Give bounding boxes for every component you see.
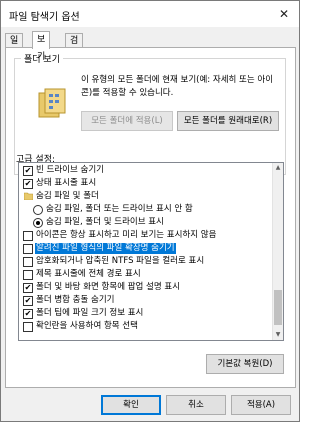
file-explorer-options-dialog: 파일 탐색기 옵션 ✕ 일반 보기 검색 폴더 보기 이 유형의 모든 폴더에 … [0,0,300,422]
title-bar: 파일 탐색기 옵션 ✕ [1,1,299,27]
view-tab-panel: 폴더 보기 이 유형의 모든 폴더에 현재 보기(예: 자세히 또는 아이콘)를… [5,47,296,388]
close-icon[interactable]: ✕ [273,5,295,23]
checkbox[interactable] [23,244,33,254]
advanced-settings-list[interactable]: ✔ 빈 드라이브 숨기기 ✔ 상태 표시줄 표시 숨김 파일 및 폴더 숨김 파… [18,162,284,341]
checkbox[interactable]: ✔ [23,309,33,319]
list-item-label: 알려진 파일 형식의 파일 확장명 숨기기 [35,243,176,254]
checkbox[interactable] [23,270,33,280]
cancel-button[interactable]: 취소 [166,395,226,415]
checkbox[interactable]: ✔ [23,283,33,293]
vertical-scrollbar[interactable]: ▲ ▼ [272,163,283,340]
radio-button[interactable] [33,218,43,228]
list-item-label: 폴더 및 바탕 화면 항목에 팝업 설명 표시 [36,282,181,292]
scroll-up-icon[interactable]: ▲ [273,163,283,173]
scroll-down-icon[interactable]: ▼ [273,330,283,340]
scrollbar-thumb[interactable] [274,290,282,325]
folder-views-icon [38,88,66,118]
list-item-label: 폴더 병합 충돌 숨기기 [36,295,115,305]
list-item-label: 빈 드라이브 숨기기 [36,165,104,175]
checkbox[interactable]: ✔ [23,179,33,189]
window-title: 파일 탐색기 옵션 [9,12,80,23]
checkbox[interactable]: ✔ [23,166,33,176]
reset-folders-button[interactable]: 모든 폴더를 원래대로(R) [177,111,279,131]
checkbox[interactable] [23,322,33,332]
apply-to-folders-button[interactable]: 모든 폴더에 적용(L) [81,111,173,131]
list-item-label: 폴더 팁에 파일 크기 정보 표시 [36,308,144,318]
list-item-label: 숨김 파일 및 폴더 [36,191,99,201]
tab-general[interactable]: 일반 [5,33,24,60]
tab-search[interactable]: 검색 [65,33,84,60]
list-item-label: 제목 표시줄에 전체 경로 표시 [36,269,141,279]
list-item-label: 숨김 파일, 폴더 또는 드라이브 표시 안 함 [46,204,193,214]
list-item-label: 아이콘은 항상 표시하고 미리 보기는 표시하지 않음 [36,230,217,240]
list-item-label: 확인란을 사용하여 항목 선택 [36,321,138,331]
apply-button[interactable]: 적용(A) [231,395,291,415]
tab-view[interactable]: 보기 [32,31,51,62]
checkbox[interactable]: ✔ [23,296,33,306]
radio-button[interactable] [33,205,43,215]
list-item-label: 숨김 파일, 폴더 및 드라이브 표시 [46,217,164,227]
restore-defaults-button[interactable]: 기본값 복원(D) [206,354,284,374]
ok-button[interactable]: 확인 [101,395,161,415]
checkbox[interactable] [23,231,33,241]
list-item-label: 암호화되거나 압축된 NTFS 파일을 컬러로 표시 [36,256,205,266]
folder-icon [24,192,33,200]
folder-view-description: 이 유형의 모든 폴더에 현재 보기(예: 자세히 또는 아이콘)를 적용할 수… [81,75,274,98]
checkbox[interactable] [23,257,33,267]
list-item-label: 상태 표시줄 표시 [36,178,97,188]
